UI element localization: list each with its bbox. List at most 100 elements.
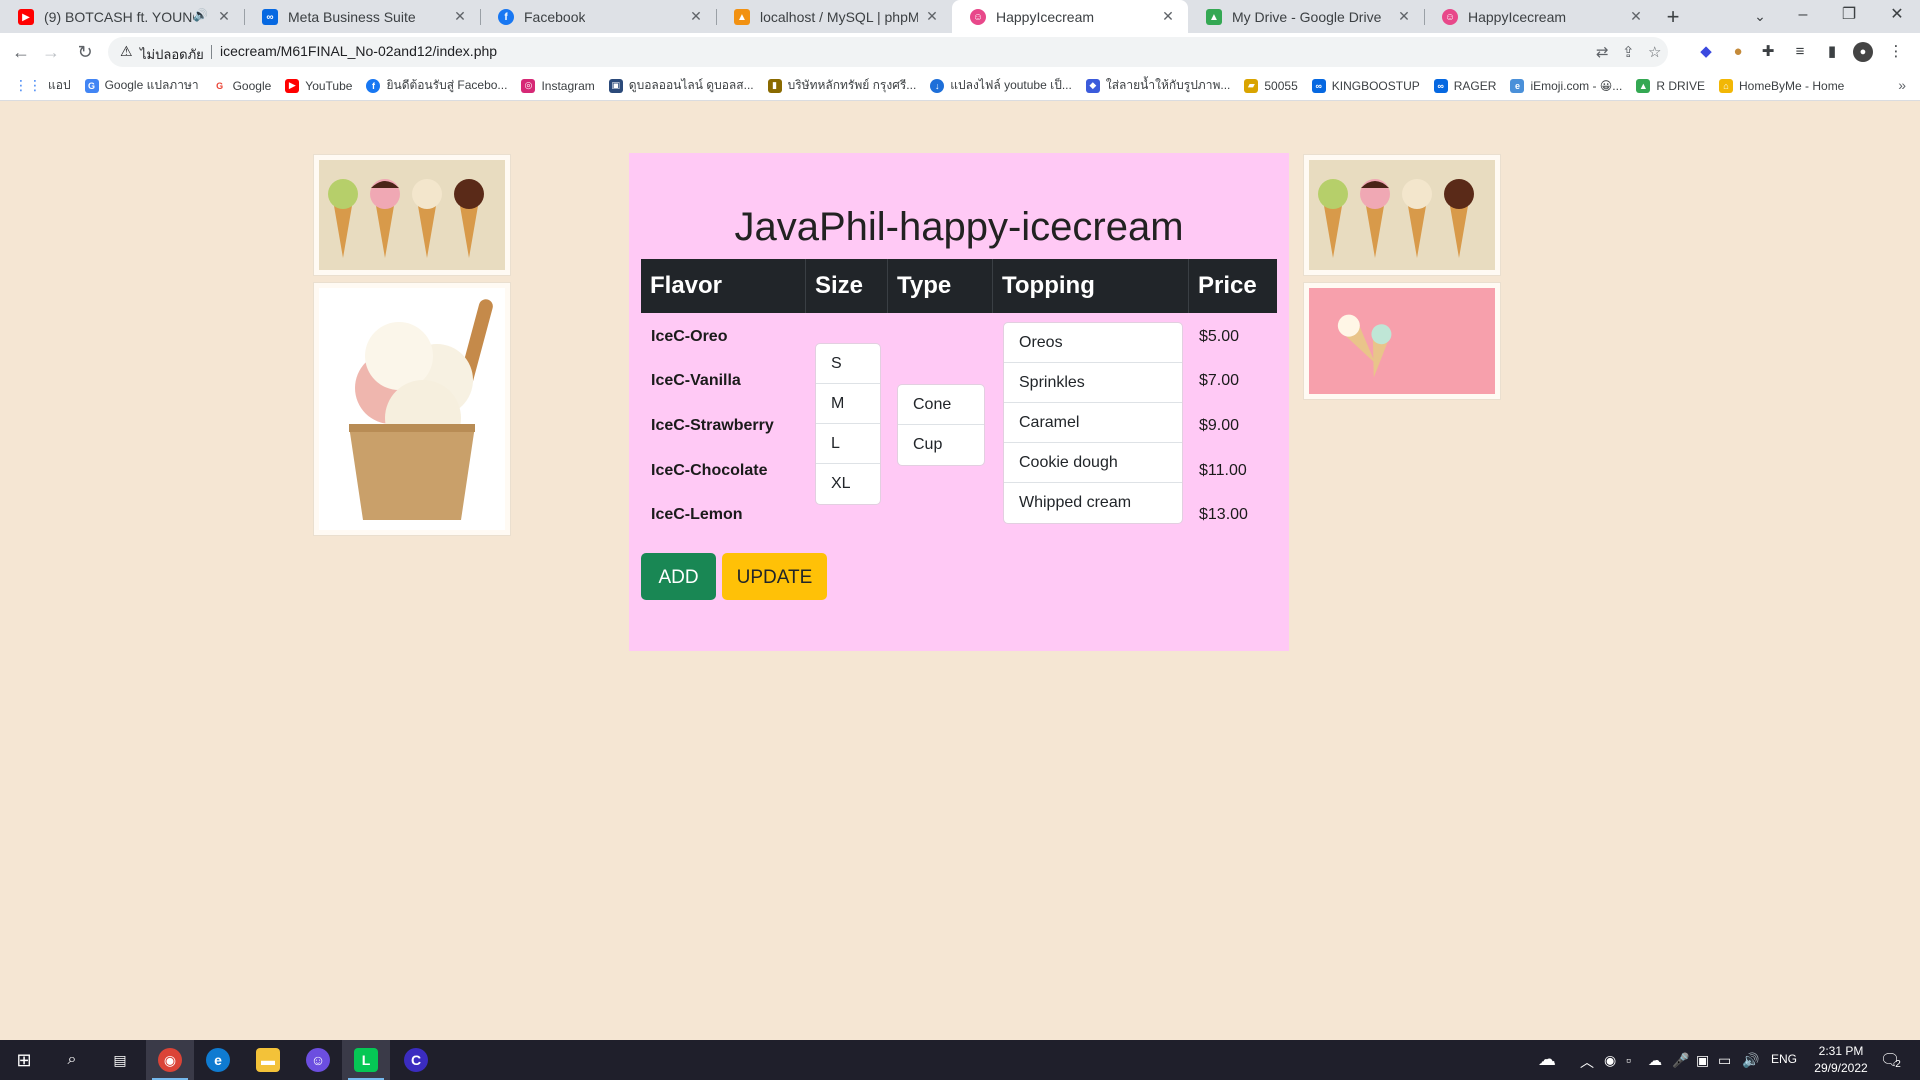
back-button[interactable]: ← (9, 40, 33, 64)
browser-tab[interactable]: ☺ HappyIcecream ✕ (1424, 0, 1656, 33)
address-bar[interactable]: ⚠ ไม่ปลอดภัย icecream/M61FINAL_No-02and1… (108, 37, 1668, 67)
flavor-item[interactable]: IceC-Chocolate (651, 462, 767, 480)
browser-tab[interactable]: ∞ Meta Business Suite ✕ (244, 0, 480, 33)
close-icon[interactable]: ✕ (216, 8, 232, 24)
flavor-item[interactable]: IceC-Oreo (651, 328, 727, 346)
microphone-icon[interactable]: 🎤 (1672, 1052, 1689, 1069)
clock-time[interactable]: 2:31 PM (1806, 1044, 1876, 1058)
speaker-icon[interactable]: 🔊 (193, 8, 208, 22)
topping-option[interactable]: Caramel (1004, 403, 1182, 443)
bookmark-item[interactable]: ⌂ HomeByMe - Home (1719, 78, 1844, 93)
search-button[interactable]: ⌕ (48, 1040, 96, 1080)
tray-app-icon[interactable]: ◉ (1604, 1052, 1616, 1069)
bookmark-item[interactable]: G Google (212, 78, 271, 93)
minimize-button[interactable]: – (1780, 0, 1826, 33)
line-taskbar-button[interactable]: L (342, 1040, 390, 1080)
file-explorer-button[interactable]: ▬ (244, 1040, 292, 1080)
image-frame (313, 282, 511, 536)
topping-option[interactable]: Sprinkles (1004, 363, 1182, 403)
messenger-taskbar-button[interactable]: ☺ (294, 1040, 342, 1080)
camera-icon[interactable]: ▫ (1626, 1052, 1631, 1068)
monitor-icon[interactable]: ▣ (1696, 1052, 1709, 1069)
browser-tab[interactable]: ▶ (9) BOTCASH ft. YOUNGOHM 🔊 ✕ (0, 0, 244, 33)
window-close-button[interactable]: ✕ (1874, 0, 1920, 33)
bookmark-item[interactable]: ▶ YouTube (285, 78, 352, 93)
iemoji-icon: e (1510, 78, 1525, 93)
flavor-item[interactable]: IceC-Strawberry (651, 417, 774, 435)
topping-option[interactable]: Oreos (1004, 323, 1182, 363)
bookmark-item[interactable]: ∞ KINGBOOSTUP (1311, 78, 1420, 93)
instagram-icon: ◎ (521, 78, 536, 93)
size-option[interactable]: S (816, 344, 880, 384)
chrome-icon: ◉ (158, 1048, 182, 1072)
bookmark-item[interactable]: f ยินดีต้อนรับสู่ Facebo... (366, 76, 507, 95)
extension-icon[interactable]: ◆ (1696, 42, 1716, 62)
close-icon[interactable]: ✕ (452, 8, 468, 24)
network-icon[interactable]: ▭ (1718, 1052, 1731, 1069)
reload-button[interactable]: ↻ (73, 40, 97, 64)
share-icon[interactable]: ⇪ (1622, 43, 1635, 61)
left-image-column (313, 154, 511, 542)
bookmark-star-icon[interactable]: ☆ (1648, 43, 1661, 61)
url-text[interactable]: icecream/M61FINAL_No-02and12/index.php (220, 43, 497, 59)
bookmark-item[interactable]: ◆ ใส่ลายน้ำให้กับรูปภาพ... (1085, 76, 1230, 95)
forward-button[interactable]: → (39, 40, 63, 64)
bookmark-item[interactable]: ▰ 50055 (1244, 78, 1298, 93)
flavor-item[interactable]: IceC-Lemon (651, 506, 743, 524)
bookmark-item[interactable]: ▲ R DRIVE (1636, 78, 1705, 93)
close-icon[interactable]: ✕ (1628, 8, 1644, 24)
weather-icon[interactable]: ☁ (1538, 1049, 1556, 1070)
puzzle-icon[interactable]: ✚ (1758, 42, 1778, 62)
chevron-up-icon[interactable]: ︿ (1580, 1052, 1594, 1072)
app-taskbar-button[interactable]: C (392, 1040, 440, 1080)
bookmark-item[interactable]: e iEmoji.com - 😀... (1510, 78, 1622, 93)
ice-cream-cones-image (319, 160, 505, 270)
browser-tab[interactable]: ▲ localhost / MySQL | phpMyAdmin ✕ (716, 0, 952, 33)
browser-tab[interactable]: ▲ My Drive - Google Drive ✕ (1188, 0, 1424, 33)
bookmark-item[interactable]: ↓ แปลงไฟล์ youtube เป็... (930, 76, 1072, 95)
translate-icon[interactable]: ⇄ (1596, 43, 1609, 61)
type-option[interactable]: Cup (898, 425, 984, 465)
close-icon[interactable]: ✕ (1396, 8, 1412, 24)
menu-icon[interactable]: ⋮ (1886, 42, 1906, 62)
update-button[interactable]: UPDATE (722, 553, 827, 600)
close-icon[interactable]: ✕ (688, 8, 704, 24)
onedrive-icon[interactable]: ☁ (1648, 1052, 1662, 1069)
bookmark-item[interactable]: ◎ Instagram (521, 78, 595, 93)
topping-option[interactable]: Whipped cream (1004, 483, 1182, 523)
start-button[interactable]: ⊞ (0, 1040, 48, 1080)
type-option[interactable]: Cone (898, 385, 984, 425)
restore-button[interactable]: ❐ (1826, 0, 1872, 33)
profile-avatar[interactable]: ● (1853, 42, 1873, 62)
size-option[interactable]: M (816, 384, 880, 424)
new-tab-button[interactable]: + (1660, 4, 1686, 30)
task-view-button[interactable]: ▤ (96, 1040, 144, 1080)
tab-search-icon[interactable]: ⌄ (1748, 4, 1772, 28)
chrome-taskbar-button[interactable]: ◉ (146, 1040, 194, 1080)
bookmark-apps[interactable]: ⋮⋮ แอป (14, 76, 71, 95)
size-option[interactable]: XL (816, 464, 880, 504)
browser-tab[interactable]: f Facebook ✕ (480, 0, 716, 33)
size-list: S M L XL (815, 343, 881, 505)
clock-date[interactable]: 29/9/2022 (1806, 1061, 1876, 1075)
extension-icon[interactable]: ● (1728, 42, 1748, 62)
chevron-right-icon[interactable]: » (1898, 77, 1906, 93)
flavor-item[interactable]: IceC-Vanilla (651, 372, 741, 390)
not-secure-label[interactable]: ไม่ปลอดภัย (140, 44, 204, 65)
bookmark-item[interactable]: ▣ ดูบอลออนไลน์ ดูบอลส... (608, 76, 754, 95)
add-button[interactable]: ADD (641, 553, 716, 600)
bookmark-item[interactable]: ▮ บริษัทหลักทรัพย์ กรุงศรี... (767, 76, 916, 95)
bookmark-item[interactable]: ∞ RAGER (1433, 78, 1496, 93)
size-option[interactable]: L (816, 424, 880, 464)
bookmark-item[interactable]: G Google แปลภาษา (84, 76, 199, 95)
close-icon[interactable]: ✕ (1160, 8, 1176, 24)
close-icon[interactable]: ✕ (924, 8, 940, 24)
browser-tab-active[interactable]: ☺ HappyIcecream ✕ (952, 0, 1188, 33)
reading-list-icon[interactable]: ≡ (1790, 42, 1810, 62)
warning-icon[interactable]: ⚠ (120, 43, 133, 60)
language-indicator[interactable]: ENG (1768, 1052, 1800, 1066)
topping-option[interactable]: Cookie dough (1004, 443, 1182, 483)
edge-taskbar-button[interactable]: e (194, 1040, 242, 1080)
side-panel-icon[interactable]: ▮ (1822, 42, 1842, 62)
volume-icon[interactable]: 🔊 (1742, 1052, 1759, 1069)
